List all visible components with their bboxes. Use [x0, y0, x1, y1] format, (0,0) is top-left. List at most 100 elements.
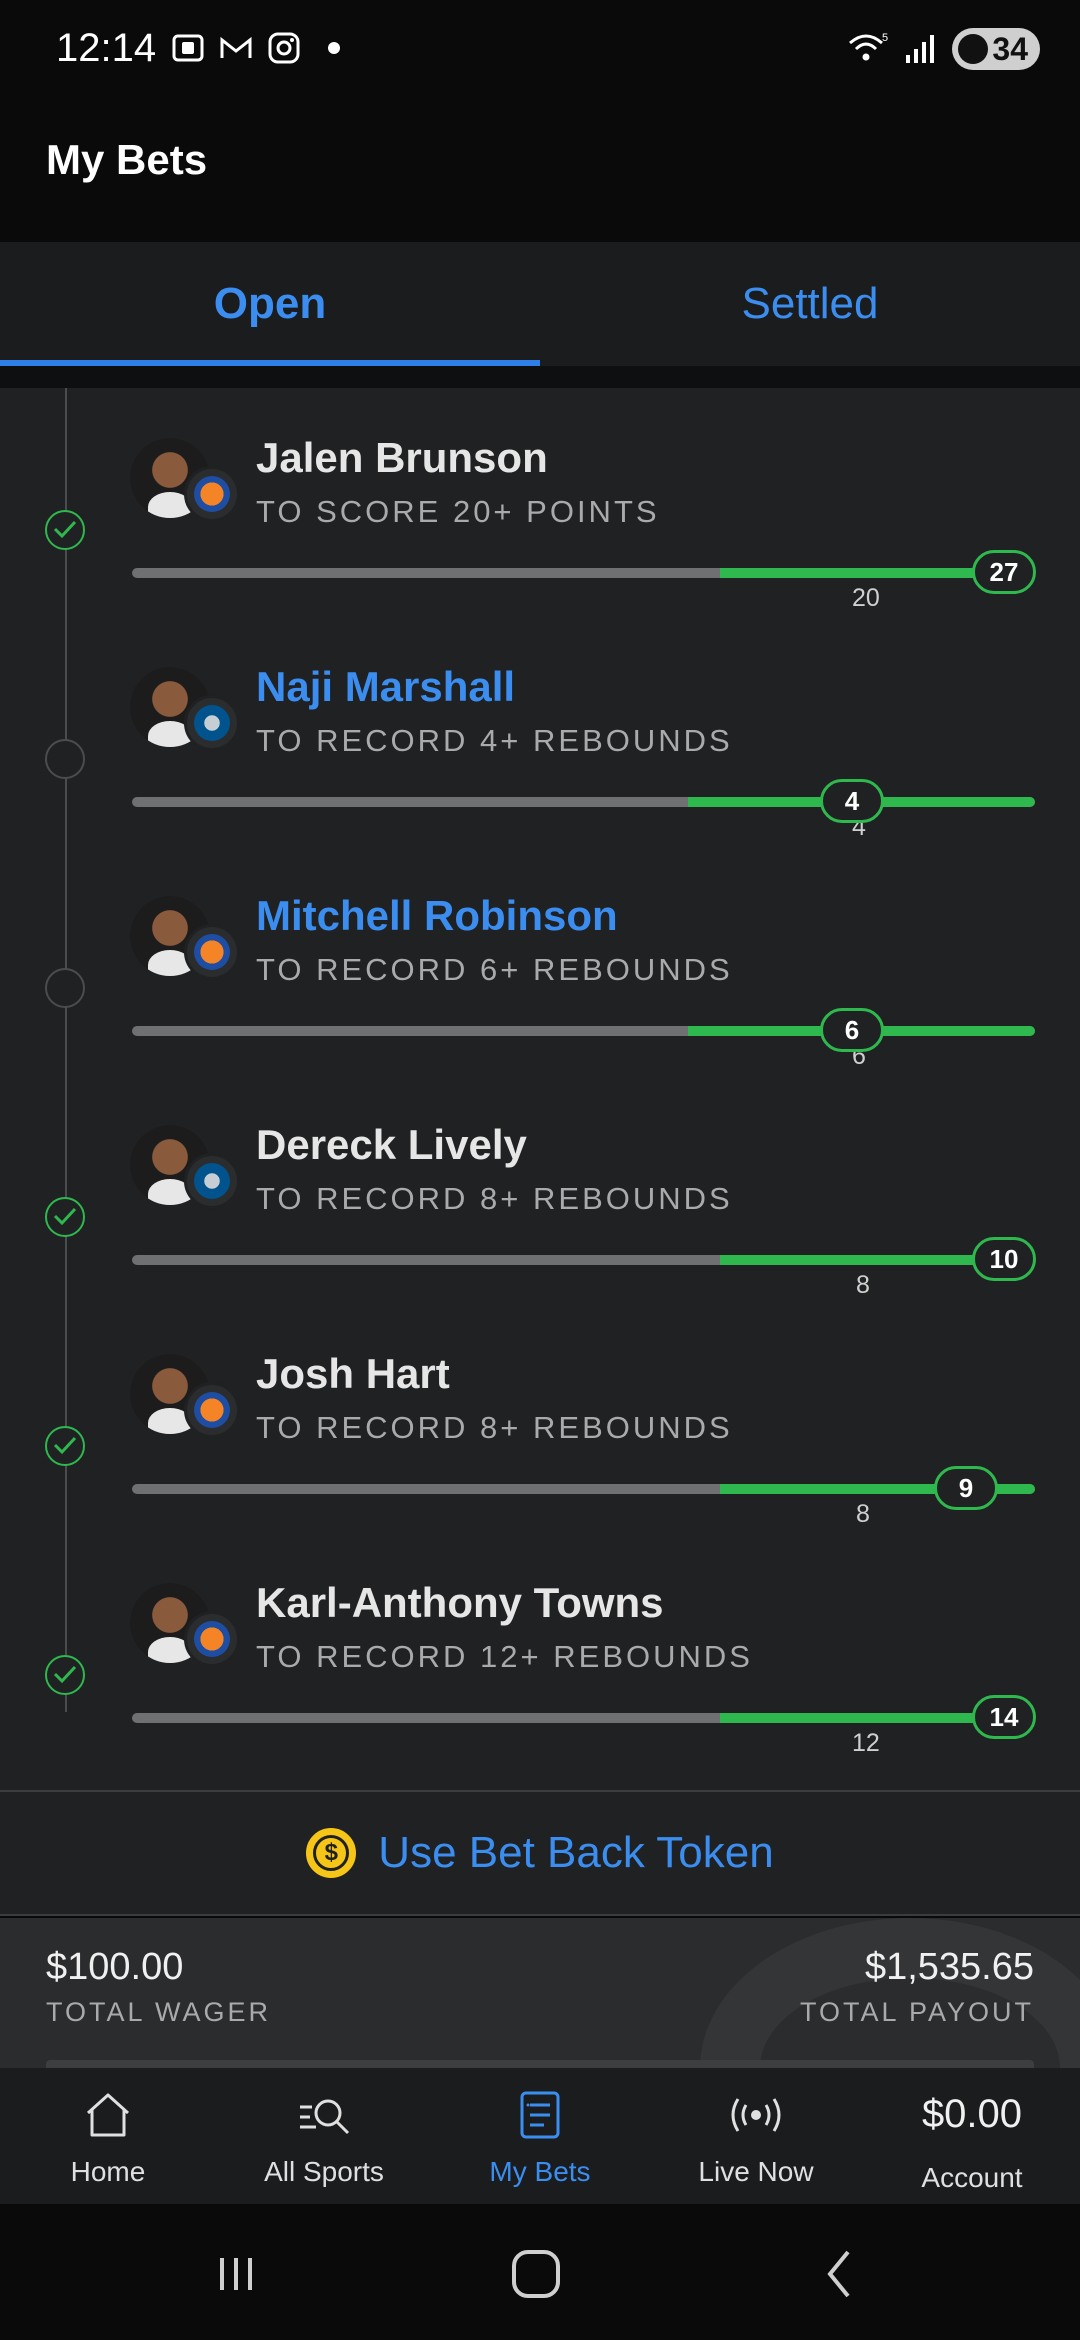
- player-name[interactable]: Josh Hart: [256, 1350, 450, 1398]
- line-threshold-label: 12: [852, 1729, 880, 1757]
- battery-level: 34: [992, 30, 1028, 67]
- leg-pending-icon: [45, 739, 85, 779]
- total-payout-label: TOTAL PAYOUT: [799, 1997, 1034, 2027]
- screenshot-icon: [172, 34, 204, 62]
- current-stat-pill: 27: [972, 550, 1036, 594]
- progress-track: [132, 1255, 1035, 1265]
- player-avatar-group: [130, 896, 240, 996]
- live-broadcast-icon: [728, 2086, 784, 2144]
- bet-leg[interactable]: Dereck Lively TO RECORD 8+ REBOUNDS 8 10: [0, 1077, 1080, 1306]
- line-threshold-label: 8: [856, 1500, 870, 1528]
- current-stat-pill: 6: [820, 1008, 884, 1052]
- progress-track: [132, 1484, 1035, 1494]
- battery-saver-icon: [958, 34, 989, 64]
- knicks-logo-icon: [184, 1382, 240, 1438]
- nav-account-label: Account: [921, 2162, 1023, 2193]
- bet-market: TO SCORE 20+ POINTS: [256, 494, 660, 529]
- signal-icon: [906, 35, 935, 63]
- knicks-logo-icon: [184, 466, 240, 522]
- gmail-icon: [220, 36, 252, 58]
- knicks-logo-icon: [184, 924, 240, 980]
- progress-track: [132, 1713, 1035, 1723]
- knicks-logo-icon: [184, 1611, 240, 1667]
- bet-leg[interactable]: Josh Hart TO RECORD 8+ REBOUNDS 8 9: [0, 1306, 1080, 1535]
- player-avatar-group: [130, 438, 240, 538]
- player-avatar-group: [130, 667, 240, 767]
- player-name[interactable]: Naji Marshall: [256, 663, 515, 711]
- wifi-icon: 5: [849, 32, 889, 61]
- nav-all-sports-label: All Sports: [264, 2156, 384, 2187]
- search-sports-icon: [296, 2086, 352, 2144]
- current-stat-pill: 9: [934, 1466, 998, 1510]
- leg-won-check-icon: [45, 1197, 85, 1237]
- line-threshold-label: 8: [856, 1271, 870, 1299]
- nav-my-bets[interactable]: My Bets: [432, 2068, 648, 2204]
- mavericks-logo-icon: [184, 1153, 240, 1209]
- back-icon[interactable]: [810, 2244, 870, 2304]
- mavericks-logo-icon: [184, 695, 240, 751]
- current-stat-pill: 10: [972, 1237, 1036, 1281]
- bet-tabs: Open Settled: [0, 242, 1080, 366]
- bet-totals: $100.00 TOTAL WAGER $1,535.65 TOTAL PAYO…: [0, 1918, 1080, 2068]
- player-avatar-group: [130, 1354, 240, 1454]
- player-avatar-group: [130, 1583, 240, 1683]
- dollar-coin-icon: $: [306, 1828, 357, 1878]
- totals-action-bar[interactable]: [46, 2060, 1034, 2068]
- bet-back-token-button[interactable]: $ Use Bet Back Token: [0, 1792, 1080, 1916]
- player-name[interactable]: Karl-Anthony Towns: [256, 1579, 664, 1627]
- player-name[interactable]: Dereck Lively: [256, 1121, 527, 1169]
- line-threshold-label: 20: [852, 584, 880, 612]
- total-payout-value: $1,535.65: [864, 1946, 1034, 1988]
- instagram-icon: [268, 32, 300, 64]
- home-button-icon[interactable]: [506, 2244, 566, 2304]
- recent-apps-icon[interactable]: [206, 2244, 266, 2304]
- nav-my-bets-label: My Bets: [489, 2156, 591, 2187]
- battery-indicator: 34: [952, 28, 1040, 70]
- nav-all-sports[interactable]: All Sports: [216, 2068, 432, 2204]
- player-avatar-group: [130, 1125, 240, 1225]
- total-wager: $100.00 TOTAL WAGER: [46, 1946, 271, 2028]
- page-title: My Bets: [46, 136, 208, 183]
- bet-market: TO RECORD 8+ REBOUNDS: [256, 1410, 733, 1445]
- leg-won-check-icon: [45, 510, 85, 550]
- status-bar: 12:14 5 34: [0, 0, 1080, 100]
- bet-market: TO RECORD 8+ REBOUNDS: [256, 1181, 733, 1216]
- nav-account[interactable]: $0.00 Account: [864, 2068, 1080, 2204]
- wifi-band-label: 5: [882, 32, 888, 44]
- progress-track: [132, 568, 1035, 578]
- bet-market: TO RECORD 4+ REBOUNDS: [256, 723, 733, 758]
- current-stat-pill: 14: [972, 1695, 1036, 1739]
- player-name[interactable]: Mitchell Robinson: [256, 892, 618, 940]
- bet-back-token-label: Use Bet Back Token: [378, 1828, 774, 1877]
- tabs-divider: [0, 366, 1080, 388]
- total-wager-label: TOTAL WAGER: [46, 1997, 272, 2027]
- tab-open[interactable]: Open: [0, 242, 540, 366]
- leg-won-check-icon: [45, 1655, 85, 1695]
- home-icon: [82, 2086, 134, 2144]
- notification-icons: [170, 30, 340, 66]
- bet-leg[interactable]: Karl-Anthony Towns TO RECORD 12+ REBOUNDS…: [0, 1535, 1080, 1764]
- leg-pending-icon: [45, 968, 85, 1008]
- leg-won-check-icon: [45, 1426, 85, 1466]
- status-time: 12:14: [56, 26, 157, 70]
- account-balance: $0.00: [921, 2092, 1023, 2136]
- bet-leg[interactable]: Naji Marshall TO RECORD 4+ REBOUNDS 4 4: [0, 619, 1080, 848]
- bet-leg[interactable]: Mitchell Robinson TO RECORD 6+ REBOUNDS 6 6: [0, 848, 1080, 1077]
- player-name[interactable]: Jalen Brunson: [256, 434, 548, 482]
- nav-home[interactable]: Home: [0, 2068, 216, 2204]
- bet-legs-list[interactable]: Jalen Brunson TO SCORE 20+ POINTS 20 27 Naji…: [0, 388, 1080, 1792]
- current-stat-pill: 4: [820, 779, 884, 823]
- progress-track: [132, 1026, 1035, 1036]
- bet-leg[interactable]: Jalen Brunson TO SCORE 20+ POINTS 20 27: [0, 390, 1080, 619]
- total-wager-value: $100.00: [46, 1946, 184, 1988]
- progress-track: [132, 797, 1035, 807]
- total-payout: $1,535.65 TOTAL PAYOUT: [800, 1946, 1034, 2028]
- tab-settled[interactable]: Settled: [540, 242, 1080, 366]
- bet-market: TO RECORD 6+ REBOUNDS: [256, 952, 733, 987]
- more-notifications-dot: [328, 42, 340, 54]
- system-navigation-bar: [0, 2204, 1080, 2340]
- nav-live-now[interactable]: Live Now: [648, 2068, 864, 2204]
- nav-home-label: Home: [70, 2156, 146, 2187]
- status-indicators: 5 34: [846, 28, 1040, 70]
- nav-live-now-label: Live Now: [698, 2156, 814, 2187]
